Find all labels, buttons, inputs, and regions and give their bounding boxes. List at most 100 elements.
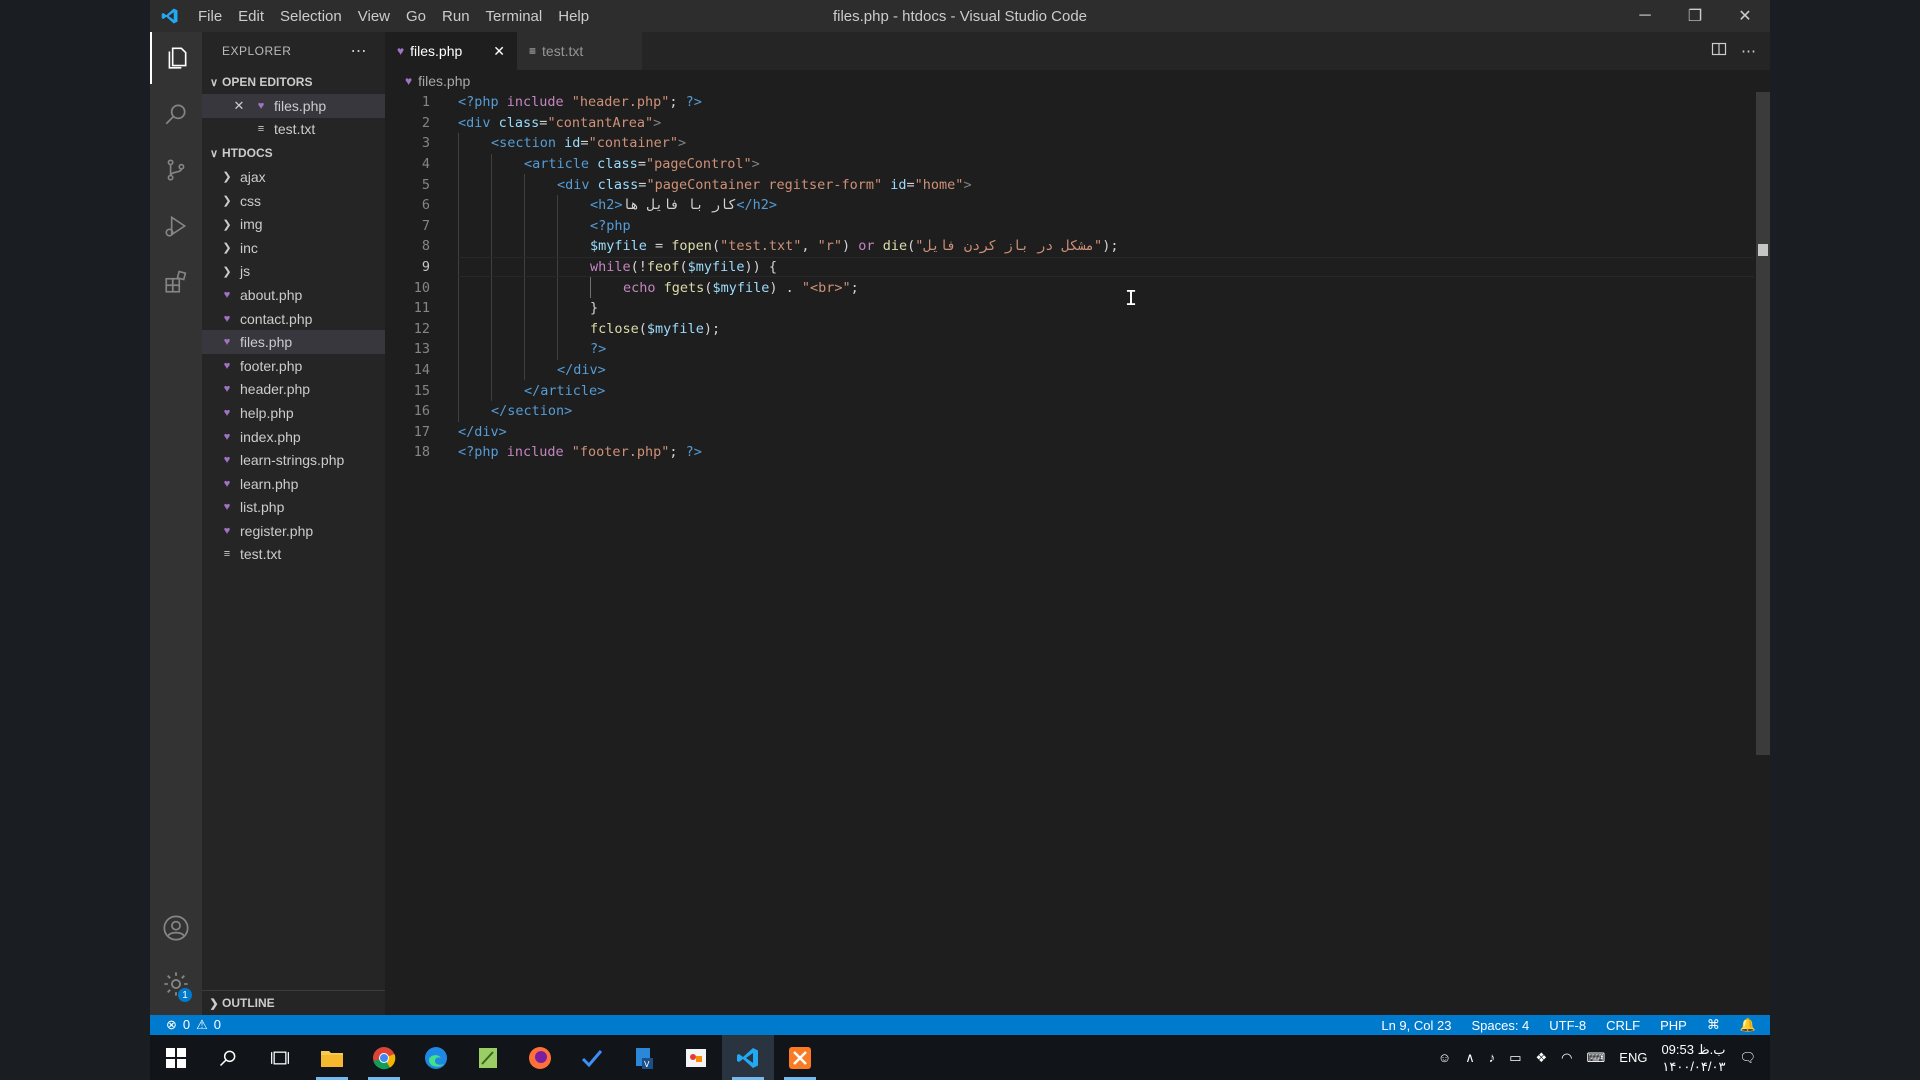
split-editor-icon[interactable]: [1711, 41, 1727, 61]
php-file-icon: ♥: [223, 477, 231, 490]
code-editor[interactable]: 1 <?php include "header.php"; ?> 2 <div …: [385, 92, 1770, 463]
code-line: 6 <h2>کار با فایل ها</h2>: [385, 194, 1770, 216]
action-center-icon[interactable]: 🗨: [1739, 1050, 1756, 1066]
menu-run[interactable]: Run: [434, 8, 478, 25]
text-cursor-icon: I: [1125, 286, 1138, 310]
tab-test-txt[interactable]: ≡ test.txt: [517, 32, 642, 70]
file-item[interactable]: ♥ index.php: [202, 425, 385, 449]
file-item[interactable]: ♥ footer.php: [202, 354, 385, 378]
input-language[interactable]: ENG: [1619, 1050, 1647, 1065]
line-number: 8: [421, 238, 430, 255]
cursor-position[interactable]: Ln 9, Col 23: [1381, 1018, 1451, 1033]
menu-go[interactable]: Go: [398, 8, 434, 25]
text-file-icon: ≡: [257, 123, 265, 136]
open-editor-item[interactable]: ✕ ♥ files.php: [202, 94, 385, 118]
problems-indicator[interactable]: ⊗ 0 ⚠ 0: [150, 1017, 221, 1033]
file-item[interactable]: ♥ files.php: [202, 330, 385, 354]
run-debug-icon[interactable]: [150, 200, 202, 252]
vertical-scrollbar[interactable]: [1756, 92, 1770, 755]
more-actions-icon[interactable]: ⋯: [351, 41, 368, 61]
menu-view[interactable]: View: [350, 8, 398, 25]
file-item[interactable]: ♥ header.php: [202, 378, 385, 402]
menu-selection[interactable]: Selection: [272, 8, 350, 25]
folder-css[interactable]: ❯ css: [202, 189, 385, 213]
live-share-icon[interactable]: ⌘: [1707, 1017, 1720, 1033]
menu-terminal[interactable]: Terminal: [478, 8, 551, 25]
file-item[interactable]: ♥ register.php: [202, 519, 385, 543]
settings-gear-icon[interactable]: 1: [150, 958, 202, 1010]
chevron-right-icon: ❯: [222, 242, 232, 255]
window-controls: ─ ❐ ✕: [1620, 0, 1770, 32]
extensions-icon[interactable]: [150, 256, 202, 308]
todo-icon[interactable]: [566, 1035, 618, 1080]
source-control-icon[interactable]: [150, 144, 202, 196]
notifications-bell-icon[interactable]: 🔔: [1740, 1017, 1756, 1033]
line-number: 18: [413, 444, 430, 461]
code-line: 16 </section>: [385, 400, 1770, 422]
code-line: 18 <?php include "footer.php"; ?>: [385, 442, 1770, 463]
file-item[interactable]: ♥ learn-strings.php: [202, 448, 385, 472]
notepad-plus-icon[interactable]: [462, 1035, 514, 1080]
breadcrumb: ♥ files.php: [385, 70, 1770, 92]
more-actions-icon[interactable]: ⋯: [1741, 42, 1756, 60]
language-mode[interactable]: PHP: [1660, 1018, 1687, 1033]
xampp-icon[interactable]: [774, 1035, 826, 1080]
dropbox-icon[interactable]: ❖: [1536, 1050, 1548, 1066]
accounts-icon[interactable]: [150, 902, 202, 954]
code-line: 4 <article class="pageControl">: [385, 153, 1770, 175]
chrome-icon[interactable]: [358, 1035, 410, 1080]
file-item[interactable]: ≡ test.txt: [202, 543, 385, 567]
file-explorer-icon[interactable]: [306, 1035, 358, 1080]
code-line: 10 echo fgets($myfile) . "<br>";: [385, 277, 1770, 298]
close-icon[interactable]: ✕: [230, 98, 248, 114]
people-icon[interactable]: ☺: [1438, 1050, 1451, 1065]
folder-inc[interactable]: ❯ inc: [202, 236, 385, 260]
activity-bar: 1: [150, 32, 202, 1015]
paint-app-icon[interactable]: [670, 1035, 722, 1080]
wifi-icon[interactable]: ◠: [1561, 1050, 1572, 1066]
windows-start-icon[interactable]: [150, 1035, 202, 1080]
editor-area: ♥ files.php ✕ ≡ test.txt ⋯ ♥ files.php 1: [385, 32, 1770, 1015]
file-item[interactable]: ♥ learn.php: [202, 472, 385, 496]
code-line-current: 9 while(!feof($myfile)) {: [385, 256, 1770, 278]
clock[interactable]: 09:53 ب.ظ ۱۴۰۰/۰۴/۰۳: [1661, 1041, 1725, 1075]
vscode-taskbar-icon[interactable]: [722, 1035, 774, 1080]
menu-help[interactable]: Help: [550, 8, 597, 25]
firefox-icon[interactable]: [514, 1035, 566, 1080]
svg-text:V: V: [644, 1060, 650, 1069]
menu-edit[interactable]: Edit: [230, 8, 272, 25]
open-editors-section[interactable]: ∨ OPEN EDITORS: [202, 70, 385, 94]
tab-files-php[interactable]: ♥ files.php ✕: [385, 32, 517, 70]
indentation[interactable]: Spaces: 4: [1471, 1018, 1529, 1033]
file-item[interactable]: ♥ contact.php: [202, 307, 385, 331]
breadcrumb-item[interactable]: files.php: [418, 73, 470, 89]
file-item[interactable]: ♥ about.php: [202, 283, 385, 307]
folder-js[interactable]: ❯ js: [202, 260, 385, 284]
taskbar-search-icon[interactable]: [202, 1035, 254, 1080]
restore-icon[interactable]: ❐: [1670, 0, 1720, 32]
encoding[interactable]: UTF-8: [1549, 1018, 1586, 1033]
edge-icon[interactable]: [410, 1035, 462, 1080]
explorer-icon[interactable]: [150, 32, 202, 84]
visio-app-icon[interactable]: V: [618, 1035, 670, 1080]
show-hidden-icons-icon[interactable]: ∧: [1465, 1050, 1475, 1066]
battery-icon[interactable]: ▭: [1509, 1050, 1521, 1066]
search-icon[interactable]: [150, 88, 202, 140]
file-item[interactable]: ♥ help.php: [202, 401, 385, 425]
php-file-icon: ♥: [223, 288, 231, 301]
htdocs-folder-section[interactable]: ∨ HTDOCS: [202, 141, 385, 165]
end-of-line[interactable]: CRLF: [1606, 1018, 1640, 1033]
close-tab-icon[interactable]: ✕: [493, 43, 505, 60]
menu-file[interactable]: File: [190, 8, 230, 25]
status-bar: ⊗ 0 ⚠ 0 Ln 9, Col 23 Spaces: 4 UTF-8 CRL…: [150, 1015, 1770, 1035]
close-window-icon[interactable]: ✕: [1720, 0, 1770, 32]
outline-section[interactable]: ❯ OUTLINE: [202, 990, 385, 1015]
open-editor-item[interactable]: ≡ test.txt: [202, 118, 385, 142]
folder-ajax[interactable]: ❯ ajax: [202, 165, 385, 189]
keyboard-icon[interactable]: ⌨: [1587, 1050, 1606, 1066]
volume-icon[interactable]: ♪: [1489, 1050, 1496, 1065]
task-view-icon[interactable]: [254, 1035, 306, 1080]
file-item[interactable]: ♥ list.php: [202, 496, 385, 520]
folder-img[interactable]: ❯ img: [202, 212, 385, 236]
minimize-icon[interactable]: ─: [1620, 0, 1670, 32]
